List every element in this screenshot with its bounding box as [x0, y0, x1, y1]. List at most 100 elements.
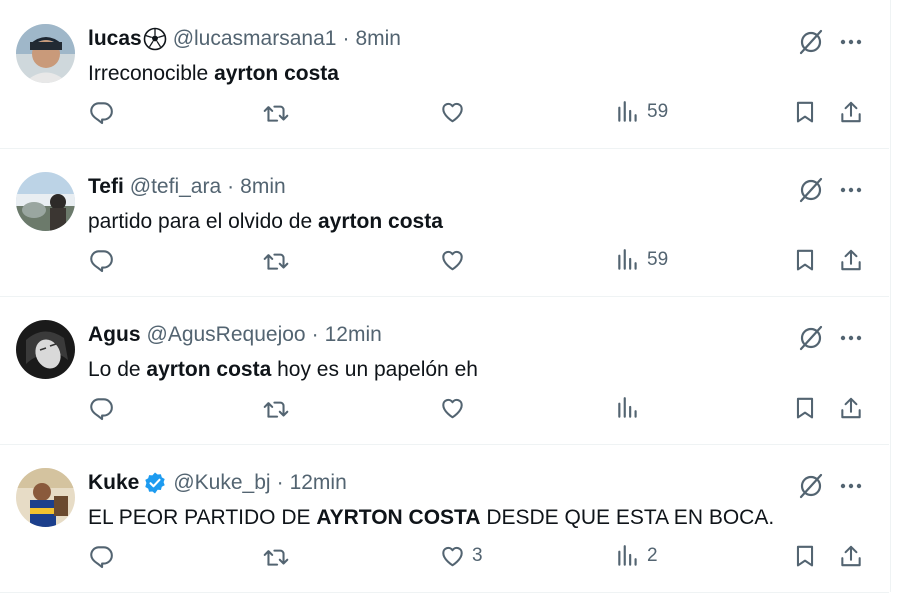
reply-feed: lucas @lucasmarsana1 · 8min Irreconocibl…: [0, 0, 891, 593]
more-options-icon[interactable]: [836, 175, 866, 205]
reply-icon: [90, 102, 113, 125]
like-button[interactable]: 3: [439, 540, 483, 572]
retweet-button[interactable]: [262, 392, 296, 424]
tweet-actions: 59: [0, 244, 889, 276]
avatar[interactable]: [16, 172, 75, 231]
reply-button[interactable]: [88, 540, 120, 572]
bookmark-button[interactable]: [792, 540, 818, 572]
views-count: 59: [647, 101, 669, 122]
tweet-actions: 59: [0, 96, 889, 128]
grok-icon[interactable]: [796, 27, 826, 57]
share-button[interactable]: [838, 540, 864, 572]
more-options-icon[interactable]: [836, 323, 866, 353]
share-button[interactable]: [838, 392, 864, 424]
grok-icon[interactable]: [796, 471, 826, 501]
reply-icon: [90, 398, 113, 421]
tweet-text-plain: Lo de: [88, 358, 147, 381]
reply-icon: [90, 250, 113, 273]
views-chart-icon: [618, 397, 637, 418]
retweet-icon: [263, 105, 289, 122]
share-icon: [841, 545, 861, 567]
tweet-header: lucas @lucasmarsana1 · 8min: [88, 26, 401, 52]
views-button[interactable]: 59: [615, 244, 668, 276]
views-count: 59: [647, 249, 669, 270]
tweet-text-plain: partido para el olvido de: [88, 210, 318, 233]
tweet-actions: [0, 392, 889, 424]
user-handle[interactable]: @tefi_ara: [130, 174, 221, 200]
share-button[interactable]: [838, 96, 864, 128]
reply-button[interactable]: [88, 244, 120, 276]
tweet-text: Lo de ayrton costa hoy es un papelón eh: [88, 356, 478, 384]
views-button[interactable]: 59: [615, 96, 668, 128]
soccer-ball-icon: [143, 27, 167, 51]
like-button[interactable]: [439, 244, 472, 276]
tweet-card[interactable]: Agus @AgusRequejoo · 12min Lo de ayrton …: [0, 296, 889, 445]
avatar[interactable]: [16, 320, 75, 379]
tweet-card[interactable]: lucas @lucasmarsana1 · 8min Irreconocibl…: [0, 0, 889, 149]
separator-dot: ·: [311, 323, 319, 346]
views-button[interactable]: 2: [615, 540, 658, 572]
retweet-icon: [263, 549, 289, 566]
avatar[interactable]: [16, 24, 75, 83]
tweet-text-plain: DESDE QUE ESTA EN BOCA.: [480, 506, 775, 529]
avatar[interactable]: [16, 468, 75, 527]
reply-button[interactable]: [88, 96, 120, 128]
more-options-icon[interactable]: [836, 471, 866, 501]
retweet-icon: [263, 253, 289, 270]
tweet-header: Kuke @Kuke_bj · 12min: [88, 470, 347, 496]
views-button[interactable]: [615, 392, 647, 424]
bookmark-button[interactable]: [792, 244, 818, 276]
share-icon: [841, 249, 861, 271]
share-icon: [841, 101, 861, 123]
verified-badge-icon: [143, 471, 167, 495]
separator-dot: ·: [227, 175, 235, 198]
grok-icon[interactable]: [796, 323, 826, 353]
user-handle[interactable]: @AgusRequejoo: [147, 322, 306, 348]
reply-button[interactable]: [88, 392, 120, 424]
display-name[interactable]: Kuke: [88, 470, 139, 496]
tweet-text: partido para el olvido de ayrton costa: [88, 208, 443, 236]
tweet-text-highlight: ayrton costa: [214, 62, 339, 85]
tweet-card[interactable]: Tefi @tefi_ara · 8min partido para el ol…: [0, 148, 889, 297]
grok-icon[interactable]: [796, 175, 826, 205]
display-name[interactable]: Agus: [88, 322, 141, 348]
retweet-button[interactable]: [262, 540, 296, 572]
like-button[interactable]: [439, 392, 472, 424]
share-button[interactable]: [838, 244, 864, 276]
tweet-text-plain: EL PEOR PARTIDO DE: [88, 506, 317, 529]
tweet-actions: 3 2: [0, 540, 889, 572]
views-count: 2: [647, 545, 658, 566]
tweet-header: Agus @AgusRequejoo · 12min: [88, 322, 382, 348]
bookmark-icon: [796, 397, 814, 419]
like-button[interactable]: [439, 96, 472, 128]
bookmark-button[interactable]: [792, 96, 818, 128]
views-chart-icon: [618, 249, 637, 270]
tweet-text-plain: hoy es un papelón eh: [271, 358, 478, 381]
separator-dot: ·: [342, 27, 350, 50]
tweet-header: Tefi @tefi_ara · 8min: [88, 174, 286, 200]
display-name[interactable]: Tefi: [88, 174, 124, 200]
retweet-button[interactable]: [262, 96, 296, 128]
tweet-card[interactable]: Kuke @Kuke_bj · 12min EL PEOR PARTIDO DE…: [0, 444, 889, 593]
user-handle[interactable]: @Kuke_bj: [173, 470, 270, 496]
tweet-text-highlight: ayrton costa: [146, 358, 272, 381]
timestamp[interactable]: 12min: [325, 322, 382, 348]
user-handle[interactable]: @lucasmarsana1: [173, 26, 337, 52]
tweet-text: Irreconocible ayrton costa: [88, 60, 339, 88]
more-options-icon[interactable]: [836, 27, 866, 57]
heart-icon: [442, 546, 463, 567]
display-name[interactable]: lucas: [88, 26, 142, 52]
tweet-text-highlight: ayrton costa: [318, 210, 443, 233]
timestamp[interactable]: 8min: [240, 174, 286, 200]
heart-icon: [442, 398, 463, 419]
separator-dot: ·: [276, 471, 284, 494]
retweet-button[interactable]: [262, 244, 296, 276]
bookmark-icon: [796, 249, 814, 271]
bookmark-button[interactable]: [792, 392, 818, 424]
retweet-icon: [263, 401, 289, 418]
tweet-text: EL PEOR PARTIDO DE AYRTON COSTA DESDE QU…: [88, 504, 774, 532]
bookmark-icon: [796, 101, 814, 123]
tweet-text-highlight: AYRTON COSTA: [316, 506, 481, 529]
timestamp[interactable]: 12min: [290, 470, 347, 496]
timestamp[interactable]: 8min: [355, 26, 401, 52]
